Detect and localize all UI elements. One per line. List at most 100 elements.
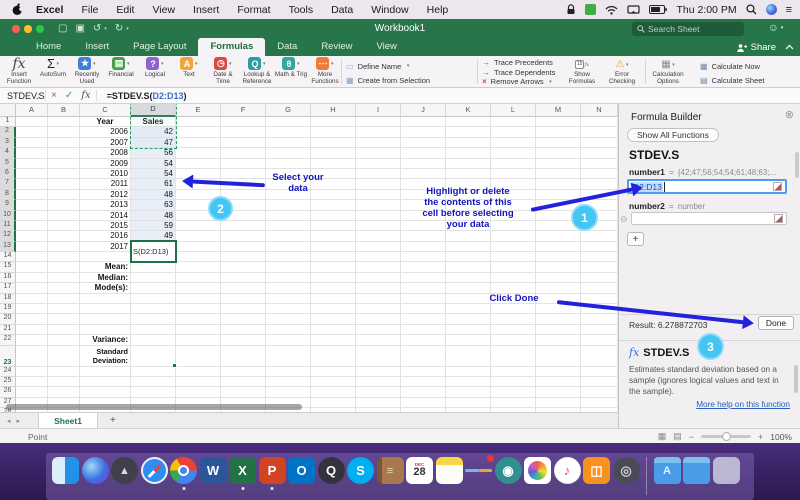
cell-A2[interactable] [16,127,48,137]
cell-A1[interactable] [16,117,48,127]
cell-G9[interactable] [266,200,311,210]
cell-I16[interactable] [356,273,401,283]
cell-L5[interactable] [491,159,536,169]
dock-trash-icon[interactable] [713,457,740,484]
cell-J5[interactable] [401,159,446,169]
ribbon-button-trace-dependents[interactable]: →Trace Dependents [482,68,555,78]
cell-J13[interactable] [401,242,446,252]
ribbon-button-trace-precedents[interactable]: →Trace Precedents [482,58,555,68]
cell-H20[interactable] [311,314,356,324]
cell-D16[interactable] [131,273,176,283]
cell-H18[interactable] [311,294,356,304]
cell-G17[interactable] [266,283,311,293]
description-scrollbar[interactable] [794,365,798,393]
cell-M15[interactable] [536,262,581,272]
feedback-smiley-icon[interactable]: ☺▾ [768,22,783,34]
row-header-12[interactable]: 12 [0,231,16,241]
cancel-entry-icon[interactable]: × [51,90,57,101]
cell-A3[interactable] [16,138,48,148]
battery-icon[interactable] [649,5,667,14]
ribbon-button-text[interactable]: A▾Text [172,56,206,86]
cell-K14[interactable] [446,252,491,262]
cell-L19[interactable] [491,304,536,314]
cell-C24[interactable] [80,367,131,377]
cell-I18[interactable] [356,294,401,304]
column-header-D[interactable]: D [131,104,176,117]
dock-siri-icon[interactable] [82,457,109,484]
row-header-14[interactable]: 14 [0,252,16,262]
cell-D3[interactable]: 47 [131,138,176,148]
cell-B17[interactable] [48,283,80,293]
cell-B6[interactable] [48,169,80,179]
cell-M4[interactable] [536,148,581,158]
cell-H9[interactable] [311,200,356,210]
cell-H14[interactable] [311,252,356,262]
ribbon-button-date-time[interactable]: ◷▾Date & Time [206,56,240,86]
cell-F14[interactable] [221,252,266,262]
fill-handle[interactable] [172,363,177,368]
cell-C17[interactable]: Mode(s): [80,283,131,293]
cell-D25[interactable] [131,377,176,387]
cell-H16[interactable] [311,273,356,283]
cell-B2[interactable] [48,127,80,137]
cell-B22[interactable] [48,335,80,345]
number2-input[interactable] [631,212,787,225]
cell-H11[interactable] [311,221,356,231]
cell-M7[interactable] [536,179,581,189]
tab-insert[interactable]: Insert [73,38,121,56]
row-header-1[interactable]: 1 [0,117,16,127]
spotlight-icon[interactable] [746,4,757,15]
cell-B18[interactable] [48,294,80,304]
tab-data[interactable]: Data [265,38,309,56]
cell-M5[interactable] [536,159,581,169]
cell-H3[interactable] [311,138,356,148]
column-header-L[interactable]: L [491,104,536,117]
zoom-out-button[interactable]: − [689,432,694,442]
cell-I24[interactable] [356,367,401,377]
cell-I14[interactable] [356,252,401,262]
cell-K20[interactable] [446,314,491,324]
confirm-entry-icon[interactable]: ✓ [65,90,73,101]
cell-L4[interactable] [491,148,536,158]
cell-N2[interactable] [581,127,618,137]
ribbon-button-remove-arrows[interactable]: ×Remove Arrows▾ [482,77,555,87]
cell-G2[interactable] [266,127,311,137]
cell-J27[interactable] [401,398,446,408]
cell-F15[interactable] [221,262,266,272]
cell-A14[interactable] [16,252,48,262]
cell-L27[interactable] [491,398,536,408]
cell-B21[interactable] [48,325,80,335]
cell-I8[interactable] [356,190,401,200]
cell-E4[interactable] [176,148,221,158]
cell-K22[interactable] [446,335,491,345]
cell-M21[interactable] [536,325,581,335]
cell-C14[interactable] [80,252,131,262]
cell-C11[interactable]: 2015 [80,221,131,231]
cell-E13[interactable] [176,242,221,252]
cell-I27[interactable] [356,398,401,408]
cell-E7[interactable] [176,179,221,189]
cell-H22[interactable] [311,335,356,345]
row-header-23[interactable]: 23 [0,346,16,367]
cell-E22[interactable] [176,335,221,345]
menu-item-tools[interactable]: Tools [280,4,323,16]
cell-E5[interactable] [176,159,221,169]
cell-I9[interactable] [356,200,401,210]
dock-excel-icon[interactable]: X [229,457,256,484]
cell-L15[interactable] [491,262,536,272]
cell-N12[interactable] [581,231,618,241]
cell-G13[interactable] [266,242,311,252]
cell-D21[interactable] [131,325,176,335]
row-header-6[interactable]: 6 [0,169,16,179]
row-header-4[interactable]: 4 [0,148,16,158]
cell-C2[interactable]: 2006 [80,127,131,137]
cell-G20[interactable] [266,314,311,324]
cell-K24[interactable] [446,367,491,377]
cell-N4[interactable] [581,148,618,158]
cell-L22[interactable] [491,335,536,345]
cell-C26[interactable] [80,387,131,397]
cell-L12[interactable] [491,231,536,241]
cell-C18[interactable] [80,294,131,304]
cell-A18[interactable] [16,294,48,304]
column-header-G[interactable]: G [266,104,311,117]
